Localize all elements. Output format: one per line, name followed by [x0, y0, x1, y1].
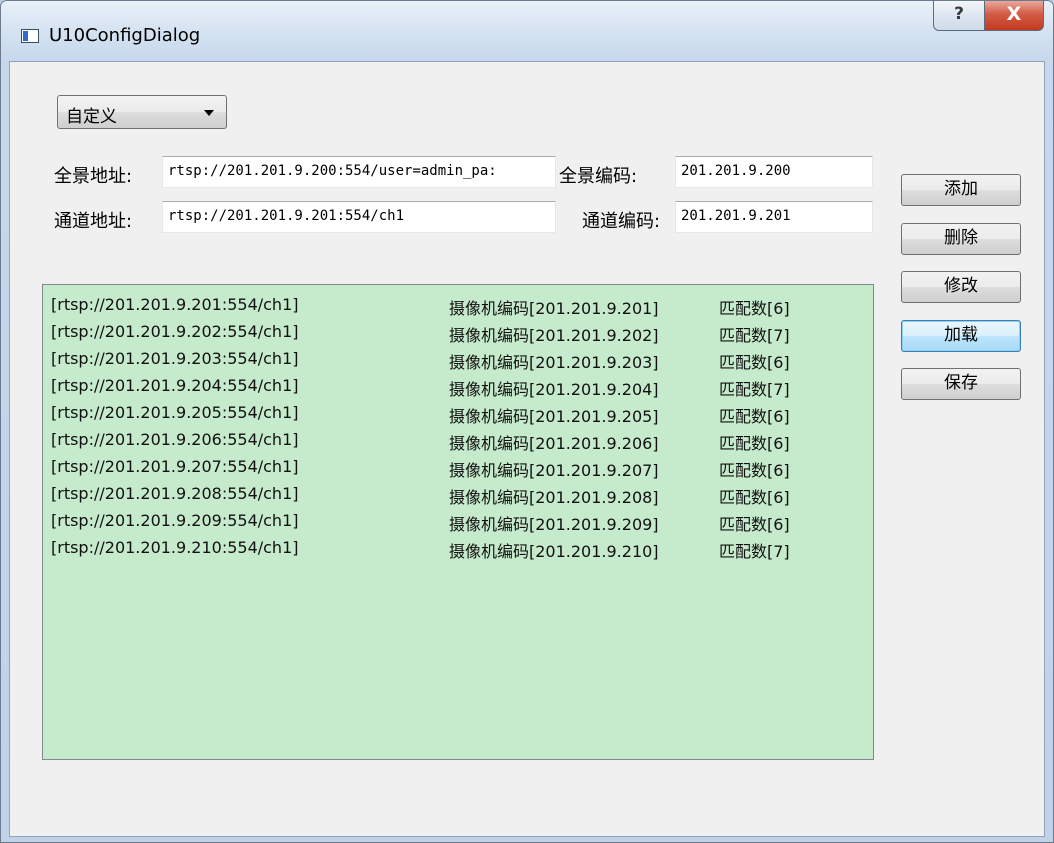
- panorama-address-label: 全景地址:: [54, 166, 133, 187]
- list-item-match: 匹配数[6]: [719, 488, 790, 507]
- list-item-code: 摄像机编码[201.201.9.205]: [449, 407, 659, 426]
- list-item[interactable]: [rtsp://201.201.9.209:554/ch1] 摄像机编码[201…: [51, 511, 861, 537]
- channel-code-input[interactable]: 201.201.9.201: [675, 201, 873, 233]
- list-item-url: [rtsp://201.201.9.208:554/ch1]: [51, 484, 299, 503]
- dialog-client-area: 自定义 全景地址: rtsp://201.201.9.200:554/user=…: [9, 61, 1045, 837]
- list-item-match: 匹配数[6]: [719, 515, 790, 534]
- list-item-code: 摄像机编码[201.201.9.203]: [449, 353, 659, 372]
- close-button[interactable]: X: [984, 1, 1044, 31]
- list-item-url: [rtsp://201.201.9.205:554/ch1]: [51, 403, 299, 422]
- list-item-code: 摄像机编码[201.201.9.208]: [449, 488, 659, 507]
- list-item-url: [rtsp://201.201.9.201:554/ch1]: [51, 295, 299, 314]
- list-item-url: [rtsp://201.201.9.204:554/ch1]: [51, 376, 299, 395]
- list-item-match: 匹配数[6]: [719, 461, 790, 480]
- mode-combobox[interactable]: 自定义: [57, 95, 227, 129]
- list-item-url: [rtsp://201.201.9.210:554/ch1]: [51, 538, 299, 557]
- list-item-code: 摄像机编码[201.201.9.206]: [449, 434, 659, 453]
- channel-address-input[interactable]: rtsp://201.201.9.201:554/ch1: [162, 201, 556, 233]
- list-item-match: 匹配数[7]: [719, 380, 790, 399]
- list-item[interactable]: [rtsp://201.201.9.202:554/ch1] 摄像机编码[201…: [51, 322, 861, 348]
- delete-button[interactable]: 删除: [901, 223, 1021, 255]
- list-item-code: 摄像机编码[201.201.9.202]: [449, 326, 659, 345]
- window-title: U10ConfigDialog: [49, 25, 201, 46]
- list-item-match: 匹配数[7]: [719, 542, 790, 561]
- help-button[interactable]: ?: [933, 1, 985, 31]
- list-item-code: 摄像机编码[201.201.9.204]: [449, 380, 659, 399]
- list-item[interactable]: [rtsp://201.201.9.207:554/ch1] 摄像机编码[201…: [51, 457, 861, 483]
- panorama-code-label: 全景编码:: [559, 166, 638, 187]
- add-button[interactable]: 添加: [901, 174, 1021, 206]
- save-button[interactable]: 保存: [901, 368, 1021, 400]
- list-item-url: [rtsp://201.201.9.203:554/ch1]: [51, 349, 299, 368]
- list-item-match: 匹配数[6]: [719, 434, 790, 453]
- list-item-url: [rtsp://201.201.9.206:554/ch1]: [51, 430, 299, 449]
- list-item[interactable]: [rtsp://201.201.9.206:554/ch1] 摄像机编码[201…: [51, 430, 861, 456]
- app-window-icon: [21, 29, 39, 43]
- camera-list[interactable]: [rtsp://201.201.9.201:554/ch1] 摄像机编码[201…: [42, 284, 874, 760]
- list-item-match: 匹配数[7]: [719, 326, 790, 345]
- title-bar[interactable]: U10ConfigDialog ? X: [1, 1, 1053, 61]
- chevron-down-icon: [204, 110, 214, 116]
- close-icon: X: [1006, 3, 1022, 25]
- list-item-code: 摄像机编码[201.201.9.209]: [449, 515, 659, 534]
- list-item[interactable]: [rtsp://201.201.9.204:554/ch1] 摄像机编码[201…: [51, 376, 861, 402]
- list-item[interactable]: [rtsp://201.201.9.203:554/ch1] 摄像机编码[201…: [51, 349, 861, 375]
- list-item[interactable]: [rtsp://201.201.9.201:554/ch1] 摄像机编码[201…: [51, 295, 861, 321]
- list-item-url: [rtsp://201.201.9.202:554/ch1]: [51, 322, 299, 341]
- mode-combobox-value: 自定义: [66, 107, 117, 127]
- list-item[interactable]: [rtsp://201.201.9.210:554/ch1] 摄像机编码[201…: [51, 538, 861, 564]
- channel-address-label: 通道地址:: [54, 211, 133, 232]
- list-item[interactable]: [rtsp://201.201.9.208:554/ch1] 摄像机编码[201…: [51, 484, 861, 510]
- channel-code-label: 通道编码:: [582, 211, 661, 232]
- list-item-match: 匹配数[6]: [719, 407, 790, 426]
- list-item-code: 摄像机编码[201.201.9.201]: [449, 299, 659, 318]
- list-item[interactable]: [rtsp://201.201.9.205:554/ch1] 摄像机编码[201…: [51, 403, 861, 429]
- list-item-match: 匹配数[6]: [719, 353, 790, 372]
- list-item-url: [rtsp://201.201.9.207:554/ch1]: [51, 457, 299, 476]
- help-icon: ?: [954, 4, 964, 24]
- config-dialog-window: U10ConfigDialog ? X 自定义 全景地址: rtsp://201…: [0, 0, 1054, 843]
- load-button[interactable]: 加载: [901, 320, 1021, 352]
- list-item-code: 摄像机编码[201.201.9.210]: [449, 542, 659, 561]
- panorama-address-input[interactable]: rtsp://201.201.9.200:554/user=admin_pa:: [162, 156, 556, 188]
- panorama-code-input[interactable]: 201.201.9.200: [675, 156, 873, 188]
- modify-button[interactable]: 修改: [901, 271, 1021, 303]
- list-item-url: [rtsp://201.201.9.209:554/ch1]: [51, 511, 299, 530]
- list-item-match: 匹配数[6]: [719, 299, 790, 318]
- list-item-code: 摄像机编码[201.201.9.207]: [449, 461, 659, 480]
